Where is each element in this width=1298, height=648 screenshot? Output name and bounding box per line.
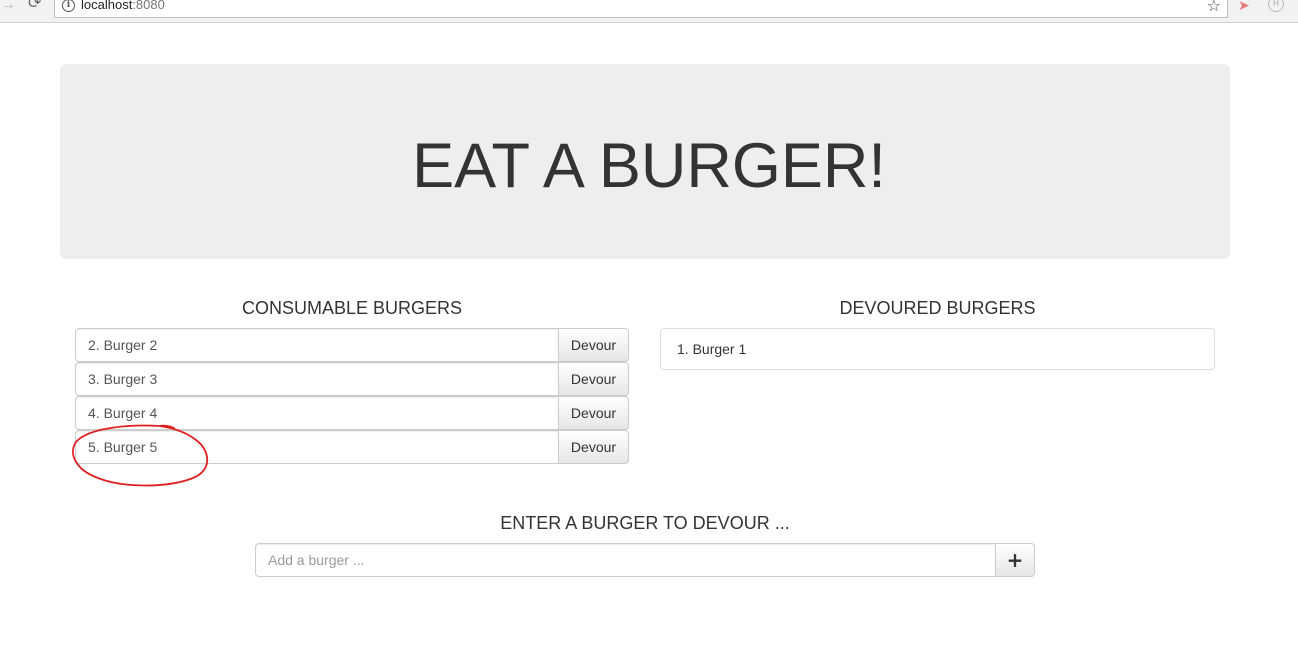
consumable-burger-row: 3. Burger 3 Devour [75,362,629,396]
add-burger-button[interactable]: + [995,543,1035,577]
address-bar[interactable]: i localhost:8080 ☆ [54,0,1228,18]
info-icon[interactable]: i [62,0,75,12]
add-burger-input[interactable] [255,543,996,577]
consumable-burger-row: 5. Burger 5 Devour [75,430,629,464]
star-icon[interactable]: ☆ [1207,0,1221,16]
browser-toolbar: → ⟳ i localhost:8080 ☆ ➤ H [0,0,1298,23]
extension-icon[interactable]: ➤ [1238,0,1250,14]
page-title: EAT A BURGER! [412,131,886,201]
devoured-item: 1. Burger 1 [677,341,747,357]
consumable-burger-row: 2. Burger 2 Devour [75,328,629,362]
add-burger-heading: ENTER A BURGER TO DEVOUR ... [500,513,790,533]
consumable-burger-row: 4. Burger 4 Devour [75,396,629,430]
reload-icon[interactable]: ⟳ [28,0,41,12]
url-text: localhost:8080 [81,0,165,12]
devour-button[interactable]: Devour [558,362,629,396]
extension-icon-2[interactable]: H [1268,0,1284,12]
forward-icon[interactable]: → [0,0,16,13]
devoured-list: 1. Burger 1 [660,328,1215,370]
burger-name: 5. Burger 5 [75,430,559,464]
consumable-heading: CONSUMABLE BURGERS [241,298,463,318]
devour-button[interactable]: Devour [558,430,629,464]
burger-name: 4. Burger 4 [75,396,559,430]
burger-name: 3. Burger 3 [75,362,559,396]
devour-button[interactable]: Devour [558,328,629,362]
devoured-heading: DEVOURED BURGERS [839,298,1036,318]
devour-button[interactable]: Devour [558,396,629,430]
burger-name: 2. Burger 2 [75,328,559,362]
